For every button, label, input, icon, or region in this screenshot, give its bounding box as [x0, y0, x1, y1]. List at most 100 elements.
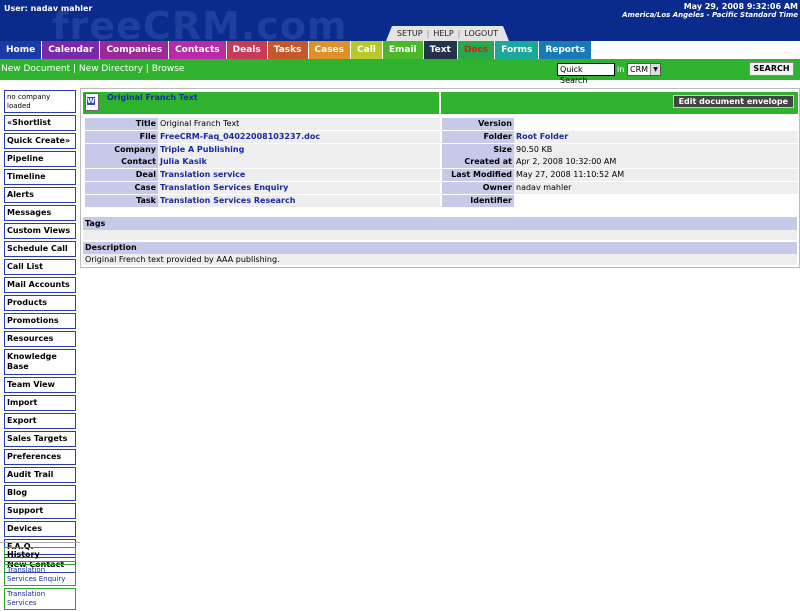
document-panel: W Original Franch Text Edit document env… [80, 88, 800, 268]
field-value[interactable]: Translation service [158, 169, 440, 182]
new-document-link[interactable]: New Document [1, 64, 70, 74]
field-label: Created at [442, 156, 514, 169]
help-link[interactable]: HELP [433, 29, 453, 38]
sidebar-item-quick-create[interactable]: Quick Create» [4, 133, 76, 149]
field-row-contact: Contact Julia Kasik [85, 156, 440, 169]
separator: | [457, 29, 461, 38]
field-label: Version [442, 118, 514, 130]
sidebar-item-audit-trail[interactable]: Audit Trail [4, 467, 76, 483]
document-fields-right: Version Folder Root Folder Size 90.50 KB Crea… [442, 118, 798, 208]
sidebar-item-schedule-call[interactable]: Schedule Call [4, 241, 76, 257]
sidebar-item-team-view[interactable]: Team View [4, 377, 76, 393]
sidebar-item-sales-targets[interactable]: Sales Targets [4, 431, 76, 447]
field-row-created-at: Created at Apr 2, 2008 10:32:00 AM [442, 156, 798, 169]
field-label: Deal [85, 169, 158, 182]
tab-calendar[interactable]: Calendar [42, 41, 101, 59]
field-label: Owner [442, 181, 514, 194]
description-text: Original French text provided by AAA pub… [83, 254, 797, 265]
tab-contacts[interactable]: Contacts [169, 41, 227, 59]
tab-home[interactable]: Home [0, 41, 43, 59]
tags-body [83, 230, 797, 240]
sidebar-item-products[interactable]: Products [4, 295, 76, 311]
tab-docs[interactable]: Docs [457, 41, 496, 59]
document-title: Original Franch Text [107, 93, 198, 102]
field-value: Apr 2, 2008 10:32:00 AM [514, 156, 798, 169]
tab-forms[interactable]: Forms [495, 41, 540, 59]
field-label: Task [85, 194, 158, 207]
doc-actions: New Document | New Directory | Browse [1, 64, 184, 74]
tab-text[interactable]: Text [423, 41, 458, 59]
divider [0, 542, 80, 543]
field-value: Original Franch Text [158, 118, 440, 130]
field-row-task: Task Translation Services Research [85, 194, 440, 208]
field-value[interactable]: Julia Kasik [158, 156, 440, 169]
sidebar-item-knowledge-base[interactable]: Knowledge Base [4, 349, 76, 375]
field-row-version: Version [442, 118, 798, 131]
sub-toolbar: New Document | New Directory | Browse Qu… [0, 59, 800, 85]
sidebar-item-blog[interactable]: Blog [4, 485, 76, 501]
field-value[interactable]: Translation Services Research [158, 194, 440, 207]
new-directory-link[interactable]: New Directory [79, 64, 143, 74]
sidebar-item-mail-accounts[interactable]: Mail Accounts [4, 277, 76, 293]
chevron-down-icon: ▼ [650, 64, 660, 75]
field-row-case: Case Translation Services Enquiry [85, 181, 440, 195]
field-label: Contact [85, 156, 158, 169]
history-panel: History Translation Services Enquiry Tran… [4, 547, 76, 612]
sidebar-item-import[interactable]: Import [4, 395, 76, 411]
sidebar-item-export[interactable]: Export [4, 413, 76, 429]
sidebar-item-shortlist[interactable]: «Shortlist [4, 115, 76, 131]
field-row-identifier: Identifier [442, 194, 798, 208]
quick-search-input[interactable]: Quick Search [557, 63, 615, 85]
sidebar-item-timeline[interactable]: Timeline [4, 169, 76, 185]
timezone-label: America/Los Angeles - Pacific Standard T… [622, 11, 798, 19]
field-value: May 27, 2008 11:10:52 AM [514, 169, 798, 182]
field-label: Company [85, 143, 158, 156]
sidebar-item-call-list[interactable]: Call List [4, 259, 76, 275]
separator: | [73, 64, 77, 74]
field-row-folder: Folder Root Folder [442, 130, 798, 144]
field-value[interactable]: Root Folder [514, 130, 798, 143]
tab-tasks[interactable]: Tasks [267, 41, 309, 59]
history-item[interactable]: Translation Services Enquiry [4, 564, 76, 586]
current-user: User: nadav mahler [4, 4, 93, 13]
sidebar-item-resources[interactable]: Resources [4, 331, 76, 347]
tab-deals[interactable]: Deals [226, 41, 268, 59]
tab-call[interactable]: Call [351, 41, 383, 59]
field-label: Title [85, 118, 158, 130]
tags-header: Tags [83, 217, 797, 230]
field-value[interactable]: Translation Services Enquiry [158, 181, 440, 194]
edit-envelope-button[interactable]: Edit document envelope [672, 95, 794, 108]
search-button[interactable]: SEARCH [749, 62, 794, 76]
logout-link[interactable]: LOGOUT [464, 29, 498, 38]
sidebar-item-pipeline[interactable]: Pipeline [4, 151, 76, 167]
tab-cases[interactable]: Cases [308, 41, 352, 59]
setup-link[interactable]: SETUP [397, 29, 423, 38]
tab-companies[interactable]: Companies [100, 41, 170, 59]
tab-email[interactable]: Email [382, 41, 424, 59]
sidebar-item-devices[interactable]: Devices [4, 521, 76, 537]
sidebar-item-preferences[interactable]: Preferences [4, 449, 76, 465]
sidebar-item-support[interactable]: Support [4, 503, 76, 519]
history-item[interactable]: Translation Services [4, 588, 76, 610]
history-title: History [4, 547, 76, 562]
browse-link[interactable]: Browse [152, 64, 185, 74]
field-value: 90.50 KB [514, 143, 798, 156]
word-document-icon: W [85, 93, 99, 111]
field-row-last-modified: Last Modified May 27, 2008 11:10:52 AM [442, 169, 798, 182]
description-header: Description [83, 242, 797, 254]
tab-reports[interactable]: Reports [539, 41, 593, 59]
field-label: Last Modified [442, 169, 514, 182]
sidebar-item-custom-views[interactable]: Custom Views [4, 223, 76, 239]
separator: | [145, 64, 149, 74]
search-scope-value: CRM [630, 65, 649, 74]
document-fields-left: Title Original Franch Text File FreeCRM-Faq… [85, 118, 440, 208]
field-value[interactable]: FreeCRM-Faq_04022008103237.doc [158, 130, 440, 143]
search-scope-select[interactable]: CRM ▼ [627, 63, 661, 76]
company-status: no company loaded [4, 90, 76, 113]
sidebar-item-messages[interactable]: Messages [4, 205, 76, 221]
document-actions-bar: Edit document envelope [441, 92, 798, 114]
field-value[interactable]: Triple A Publishing [158, 143, 440, 156]
sidebar-item-promotions[interactable]: Promotions [4, 313, 76, 329]
sidebar-item-alerts[interactable]: Alerts [4, 187, 76, 203]
field-label: Identifier [442, 194, 514, 207]
